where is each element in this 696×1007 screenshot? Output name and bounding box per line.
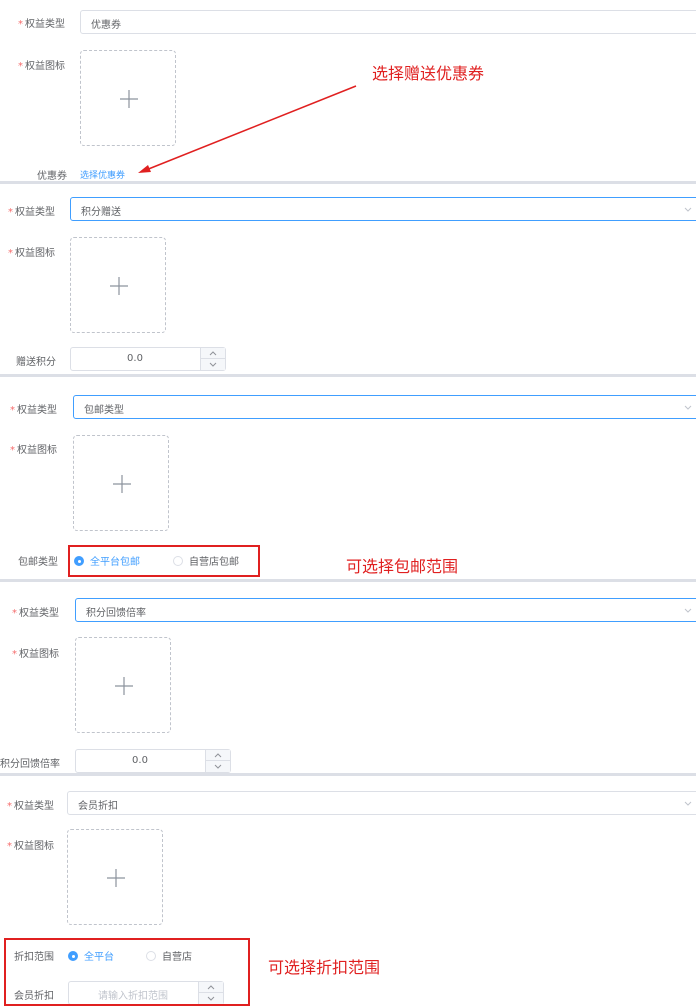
annotation-text: 可选择折扣范围	[268, 958, 381, 977]
icon-uploader[interactable]	[70, 237, 166, 333]
annotation-text: 可选择包邮范围	[346, 557, 459, 576]
stepper-controls	[205, 750, 230, 772]
stepper-up-button[interactable]	[206, 750, 230, 761]
shipping-type-label: 包邮类型	[18, 557, 58, 568]
icon-label: * 权益图标	[8, 248, 55, 259]
icon-label: * 权益图标	[12, 649, 59, 660]
plus-icon	[107, 869, 125, 887]
type-select-value: 积分赠送	[81, 207, 121, 218]
plus-icon	[115, 677, 133, 695]
type-select-value: 积分回馈倍率	[86, 608, 146, 619]
type-select-value: 会员折扣	[78, 801, 118, 812]
type-select-value: 包邮类型	[84, 405, 124, 416]
panel-divider	[0, 181, 696, 184]
icon-uploader[interactable]	[75, 637, 171, 733]
arrow-down-icon	[209, 362, 217, 367]
annotation-box	[4, 938, 250, 1006]
stepper-down-button[interactable]	[206, 761, 230, 772]
type-label: * 权益类型	[10, 405, 57, 416]
annotation-box	[68, 545, 260, 577]
plus-icon	[110, 277, 128, 295]
type-select[interactable]: 会员折扣	[67, 791, 696, 815]
panel-divider	[0, 374, 696, 377]
rebate-rate-value: 0.0	[132, 755, 148, 766]
type-select[interactable]: 积分赠送	[70, 197, 696, 221]
type-select[interactable]: 包邮类型	[73, 395, 696, 419]
panel-divider	[0, 579, 696, 582]
rebate-rate-stepper[interactable]: 0.0	[75, 749, 231, 773]
arrow-up-icon	[214, 753, 222, 758]
type-label: * 权益类型	[7, 801, 54, 812]
annotation-arrow	[138, 85, 357, 173]
icon-uploader[interactable]	[67, 829, 163, 925]
rebate-rate-label: 积分回馈倍率	[0, 759, 60, 770]
chevron-down-icon	[684, 608, 692, 613]
gift-points-label: 赠送积分	[16, 357, 56, 368]
gift-points-value: 0.0	[127, 353, 143, 364]
arrow-down-icon	[214, 764, 222, 769]
stepper-up-button[interactable]	[201, 348, 225, 359]
plus-icon	[113, 475, 131, 493]
chevron-down-icon	[684, 801, 692, 806]
stepper-down-button[interactable]	[201, 359, 225, 370]
type-label: * 权益类型	[8, 207, 55, 218]
arrow-up-icon	[209, 351, 217, 356]
type-label: * 权益类型	[12, 608, 59, 619]
icon-label: * 权益图标	[7, 841, 54, 852]
chevron-down-icon	[684, 405, 692, 410]
chevron-down-icon	[684, 207, 692, 212]
icon-label: * 权益图标	[10, 445, 57, 456]
icon-uploader[interactable]	[73, 435, 169, 531]
panel-divider	[0, 773, 696, 776]
stepper-controls	[200, 348, 225, 370]
gift-points-stepper[interactable]: 0.0	[70, 347, 226, 371]
type-select[interactable]: 积分回馈倍率	[75, 598, 696, 622]
